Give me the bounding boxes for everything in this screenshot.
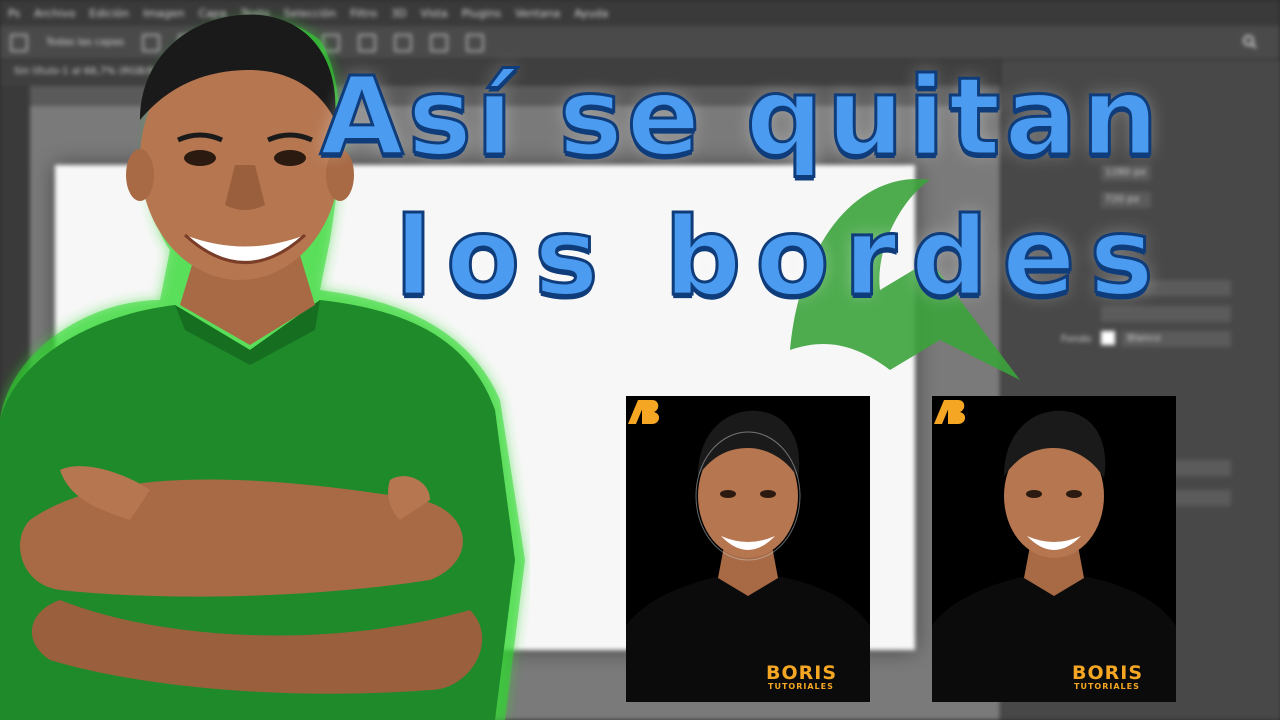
headline: Así se quitan los bordes — [0, 0, 1280, 322]
thumbnail-after: BORIS TUTORIALES — [932, 396, 1176, 702]
background-swatch[interactable] — [1101, 331, 1115, 345]
brand-name: BORIS — [766, 662, 838, 684]
brand-logo-icon — [628, 400, 660, 424]
brand-subtitle: TUTORIALES — [1074, 682, 1140, 691]
background-label: Fondo — [1061, 334, 1092, 345]
brand-logo-icon — [934, 400, 966, 424]
opacity-field[interactable] — [1171, 460, 1231, 476]
person-thumbnail — [626, 410, 870, 702]
person-thumbnail — [932, 410, 1176, 702]
headline-line-1: Así se quitan — [318, 54, 1163, 182]
brand-subtitle: TUTORIALES — [768, 682, 834, 691]
headline-line-2: los bordes — [394, 194, 1168, 322]
fill-field[interactable] — [1171, 490, 1231, 506]
background-value: Blanco — [1127, 333, 1161, 344]
thumbnail-before: BORIS TUTORIALES — [626, 396, 870, 702]
brand-name: BORIS — [1072, 662, 1144, 684]
